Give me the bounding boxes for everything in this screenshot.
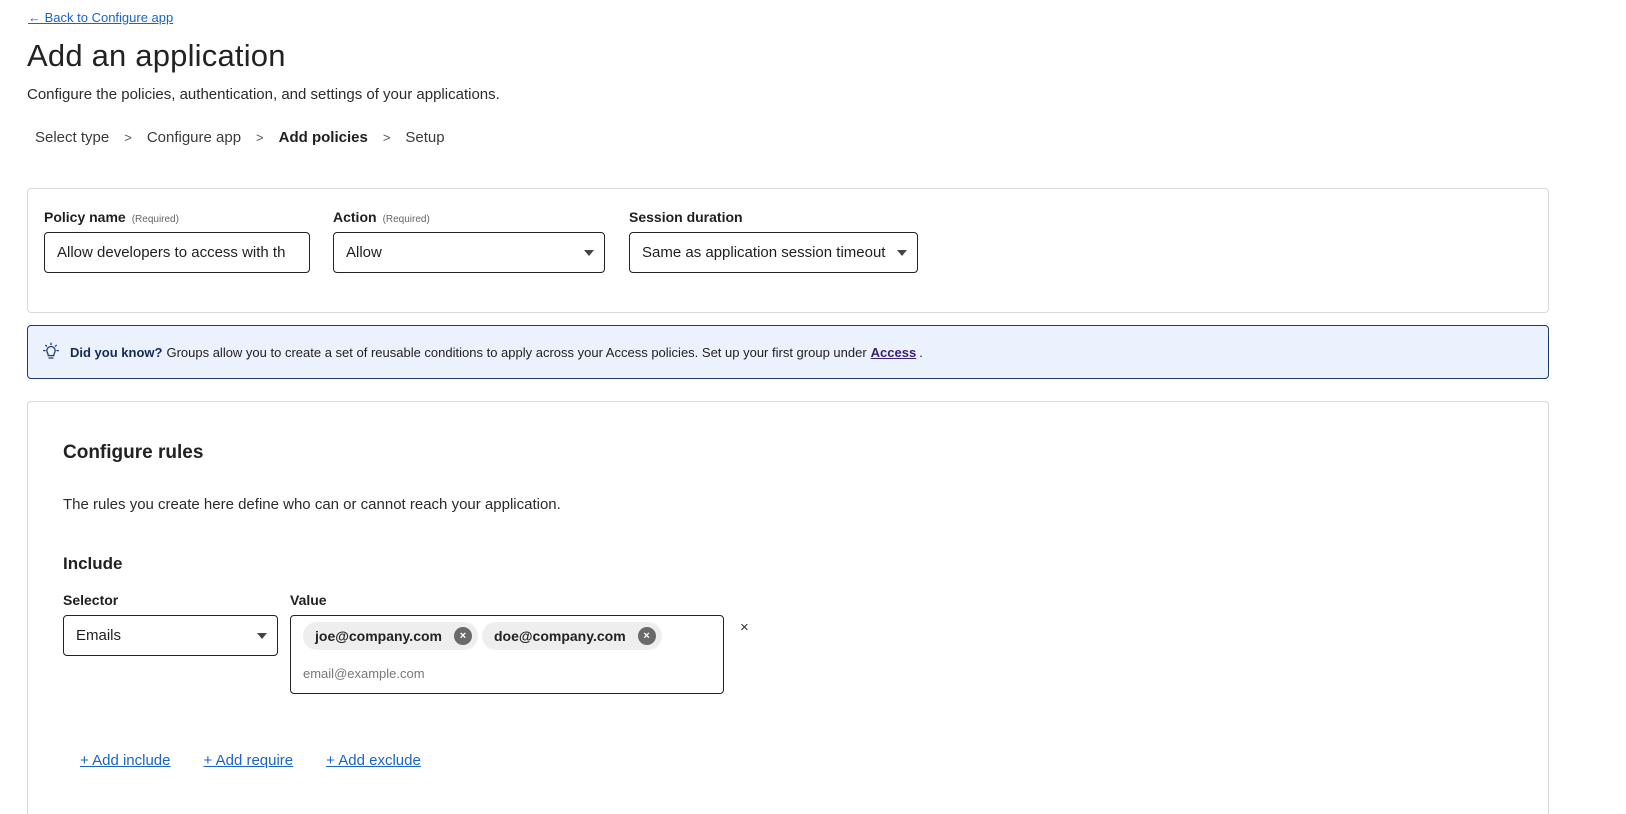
action-select[interactable]: Allow [333,232,605,273]
step-add-policies: Add policies [278,129,368,146]
add-rule-links: + Add include + Add require + Add exclud… [80,752,454,769]
chevron-down-icon [257,633,267,639]
lightbulb-icon [43,342,59,359]
remove-rule-icon[interactable]: × [740,619,749,636]
configure-rules-card: Configure rules The rules you create her… [27,401,1549,814]
value-label-text: Value [290,592,327,608]
selector-label-text: Selector [63,592,119,608]
action-select-value: Allow [346,244,382,261]
chevron-down-icon [897,250,907,256]
policy-name-label-text: Policy name [44,209,126,225]
page-subtitle: Configure the policies, authentication, … [27,86,500,103]
selector-label: Selector [63,592,118,610]
email-chip: joe@company.com × [303,622,478,650]
session-duration-label: Session duration [629,209,743,227]
callout-trail: . [919,344,923,360]
value-multi-input[interactable]: joe@company.com × doe@company.com × [290,615,724,694]
chevron-down-icon [584,250,594,256]
email-entry-input[interactable] [303,666,703,681]
remove-chip-icon[interactable]: × [453,627,472,645]
session-duration-value: Same as application session timeout [642,244,886,261]
add-require-link[interactable]: + Add require [204,752,294,769]
session-duration-select[interactable]: Same as application session timeout [629,232,918,273]
page-title: Add an application [27,38,286,73]
step-separator: > [256,130,264,145]
step-configure-app[interactable]: Configure app [147,129,241,146]
configure-rules-description: The rules you create here define who can… [63,496,561,513]
email-chip-label: doe@company.com [494,628,626,644]
value-label: Value [290,592,327,610]
include-section-title: Include [63,554,123,573]
back-to-configure-app-link[interactable]: ← Back to Configure app [28,10,173,25]
access-link[interactable]: Access [871,345,917,360]
add-exclude-link[interactable]: + Add exclude [326,752,421,769]
did-you-know-callout: Did you know? Groups allow you to create… [27,325,1549,379]
selector-select-value: Emails [76,627,122,644]
required-hint: (Required) [382,214,430,225]
action-label: Action (Required) [333,209,430,227]
session-duration-label-text: Session duration [629,209,743,225]
did-you-know-text: Groups allow you to create a set of reus… [166,344,867,360]
policy-settings-card: Policy name (Required) Allow developers t… [27,188,1549,313]
step-select-type[interactable]: Select type [35,129,109,146]
remove-chip-icon[interactable]: × [637,627,656,645]
add-include-link[interactable]: + Add include [80,752,171,769]
step-separator: > [382,130,391,145]
email-chip: doe@company.com × [482,622,662,650]
policy-name-input[interactable]: Allow developers to access with th [44,232,310,273]
policy-name-label: Policy name (Required) [44,209,179,227]
configure-rules-title: Configure rules [63,442,204,463]
selector-select[interactable]: Emails [63,615,278,656]
action-label-text: Action [333,209,377,225]
step-separator: > [124,130,132,145]
step-breadcrumb: Select type > Configure app > Add polici… [35,129,445,146]
step-setup[interactable]: Setup [405,129,444,146]
did-you-know-lead: Did you know? [70,344,163,360]
email-chip-label: joe@company.com [315,628,442,644]
required-hint: (Required) [131,214,179,225]
